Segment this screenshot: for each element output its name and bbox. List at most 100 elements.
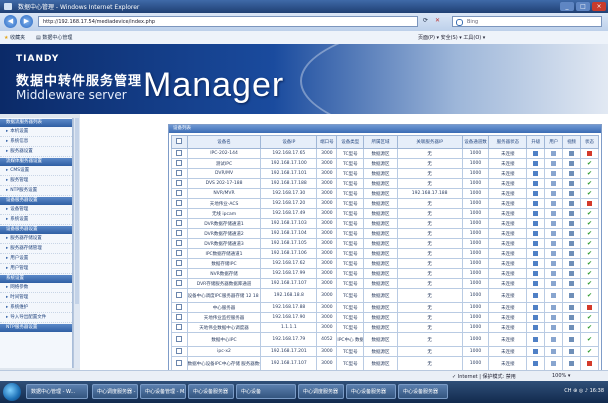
row-checkbox[interactable] xyxy=(176,313,183,320)
user-icon[interactable] xyxy=(551,230,557,236)
user-icon[interactable] xyxy=(551,220,557,226)
upgrade-icon[interactable] xyxy=(533,250,539,256)
taskbar-button[interactable]: 中心设备 xyxy=(236,384,296,399)
browser-tab[interactable]: ▤ 数据中心管理 xyxy=(36,34,72,41)
row-checkbox[interactable] xyxy=(176,239,183,246)
row-checkbox[interactable] xyxy=(176,189,183,196)
search-input[interactable]: Bing xyxy=(452,16,602,27)
row-checkbox[interactable] xyxy=(176,179,183,186)
user-icon[interactable] xyxy=(551,160,557,166)
stop-icon[interactable]: ✕ xyxy=(435,17,440,24)
sidebar-section[interactable]: 数据流服务器列表 xyxy=(0,119,72,127)
table-row[interactable]: 测试IPC 192.168.17.100 3000 TC型号 数据源区无 1000 未连接 ✔ xyxy=(171,158,599,169)
favorites-button[interactable]: ★ 收藏夹 xyxy=(4,34,25,41)
video-icon[interactable] xyxy=(569,230,575,236)
address-input[interactable]: http://192.168.17.54/mediadevice/index.p… xyxy=(38,16,418,27)
sidebar-item[interactable]: 网络参数 xyxy=(0,283,72,293)
table-row[interactable]: ipc-x2 192.168.17.201 3000 TC型号 数据源区无 1000 未连接… xyxy=(171,346,599,357)
upgrade-icon[interactable] xyxy=(533,150,539,156)
table-row[interactable]: IPC-202-144 192.168.17.65 3000 TC型号 数据源区无 100… xyxy=(171,148,599,159)
row-checkbox[interactable] xyxy=(176,303,183,310)
taskbar-button[interactable]: 数据中心管理 - W... xyxy=(26,384,88,399)
sidebar-item[interactable]: 服务器设置 xyxy=(0,147,72,157)
table-row[interactable]: DVR数据存储通道1 192.168.17.103 3000 TC型号 数据源区无 100… xyxy=(171,218,599,229)
user-icon[interactable] xyxy=(551,304,557,310)
video-icon[interactable] xyxy=(569,292,575,298)
user-icon[interactable] xyxy=(551,250,557,256)
video-icon[interactable] xyxy=(569,360,575,366)
upgrade-icon[interactable] xyxy=(533,200,539,206)
upgrade-icon[interactable] xyxy=(533,240,539,246)
table-row[interactable]: 数据中心设备IPC中心存储 服务器数据库 192.168.17.107 3000 TC… xyxy=(171,356,599,371)
sidebar-section[interactable]: 设备服务器设置 xyxy=(0,197,72,205)
video-icon[interactable] xyxy=(569,314,575,320)
row-checkbox[interactable] xyxy=(176,291,183,298)
video-icon[interactable] xyxy=(569,280,575,286)
video-icon[interactable] xyxy=(569,240,575,246)
forward-icon[interactable]: ▶ xyxy=(20,15,33,28)
video-icon[interactable] xyxy=(569,260,575,266)
row-checkbox[interactable] xyxy=(176,229,183,236)
sidebar-item[interactable]: 服务器存储管理 xyxy=(0,244,72,254)
user-icon[interactable] xyxy=(551,200,557,206)
upgrade-icon[interactable] xyxy=(533,220,539,226)
upgrade-icon[interactable] xyxy=(533,314,539,320)
table-row[interactable]: 数据中心IPC192.168.17.794052IPC中心 数据源数据源区无10… xyxy=(171,332,599,347)
taskbar-button[interactable]: 中心设备服务器 xyxy=(346,384,396,399)
table-row[interactable]: DVR数据存储通道2 192.168.17.104 3000 TC型号 数据源区无 100… xyxy=(171,228,599,239)
upgrade-icon[interactable] xyxy=(533,324,539,330)
taskbar-button[interactable]: 中心设备服务器 xyxy=(188,384,234,399)
sidebar-item[interactable]: CMS设置 xyxy=(0,166,72,176)
sidebar-item[interactable]: 用户设置 xyxy=(0,254,72,264)
user-icon[interactable] xyxy=(551,360,557,366)
row-checkbox[interactable] xyxy=(176,159,183,166)
video-icon[interactable] xyxy=(569,336,575,342)
upgrade-icon[interactable] xyxy=(533,304,539,310)
table-row[interactable]: 无线 ipcam 192.168.17.49 3000 TC型号 数据源区无 1000 未连… xyxy=(171,208,599,219)
row-checkbox[interactable] xyxy=(176,323,183,330)
video-icon[interactable] xyxy=(569,190,575,196)
upgrade-icon[interactable] xyxy=(533,280,539,286)
upgrade-icon[interactable] xyxy=(533,170,539,176)
upgrade-icon[interactable] xyxy=(533,190,539,196)
row-checkbox[interactable] xyxy=(176,347,183,354)
upgrade-icon[interactable] xyxy=(533,292,539,298)
user-icon[interactable] xyxy=(551,260,557,266)
sidebar-section[interactable]: 系统设置 xyxy=(0,275,72,283)
sidebar-scrollbar[interactable] xyxy=(73,118,80,368)
taskbar-button[interactable]: 中心调度服务器 - M... xyxy=(92,384,138,399)
user-icon[interactable] xyxy=(551,270,557,276)
sidebar-item[interactable]: NTP服务设置 xyxy=(0,186,72,196)
video-icon[interactable] xyxy=(569,220,575,226)
user-icon[interactable] xyxy=(551,348,557,354)
taskbar-button[interactable]: 中心调度服务器 xyxy=(298,384,344,399)
sidebar-section[interactable]: 流媒体服务器设置 xyxy=(0,158,72,166)
video-icon[interactable] xyxy=(569,170,575,176)
upgrade-icon[interactable] xyxy=(533,270,539,276)
user-icon[interactable] xyxy=(551,324,557,330)
video-icon[interactable] xyxy=(569,250,575,256)
row-checkbox[interactable] xyxy=(176,149,183,156)
row-checkbox[interactable] xyxy=(176,259,183,266)
row-checkbox[interactable] xyxy=(176,199,183,206)
video-icon[interactable] xyxy=(569,210,575,216)
row-checkbox[interactable] xyxy=(176,335,183,342)
table-row[interactable]: NVR/MVR 192.168.17.30 3000 TC型号 数据源区 192.168.… xyxy=(171,188,599,199)
video-icon[interactable] xyxy=(569,324,575,330)
close-button[interactable]: × xyxy=(592,2,606,11)
taskbar-button[interactable]: 中心设备管理 - M... xyxy=(140,384,186,399)
table-row[interactable]: NVR数据存储 192.168.17.99 3000 TC型号 数据源区无 1000 未连接… xyxy=(171,268,599,279)
upgrade-icon[interactable] xyxy=(533,336,539,342)
upgrade-icon[interactable] xyxy=(533,160,539,166)
sidebar-item[interactable]: 用户管理 xyxy=(0,264,72,274)
row-checkbox[interactable] xyxy=(176,249,183,256)
upgrade-icon[interactable] xyxy=(533,348,539,354)
table-row[interactable]: 天地伟业数据中心调度器 1.1.1.1 3000 TC型号 数据源区无 1000 未连接 ✔ xyxy=(171,322,599,333)
row-checkbox[interactable] xyxy=(176,209,183,216)
user-icon[interactable] xyxy=(551,240,557,246)
user-icon[interactable] xyxy=(551,280,557,286)
video-icon[interactable] xyxy=(569,200,575,206)
table-row[interactable]: DVR数据存储通道3 192.168.17.105 3000 TC型号 数据源区无 100… xyxy=(171,238,599,249)
row-checkbox[interactable] xyxy=(176,359,183,366)
sidebar-item[interactable]: 导入导出配置文件 xyxy=(0,313,72,323)
